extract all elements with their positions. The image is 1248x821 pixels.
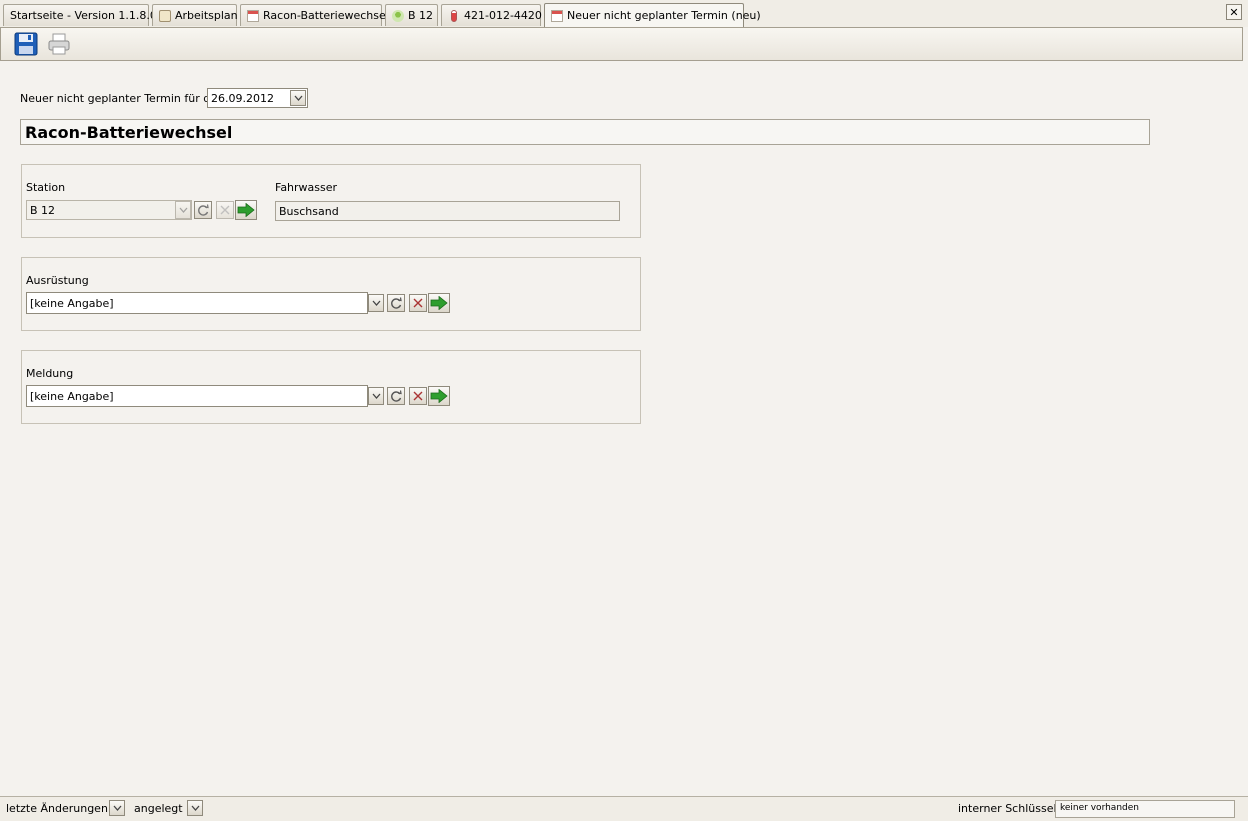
created-dropdown[interactable] — [187, 800, 203, 816]
tab-label: Neuer nicht geplanter Termin (neu) — [567, 9, 761, 22]
meldung-value: [keine Angabe] — [30, 390, 114, 403]
thermometer-icon — [451, 9, 457, 22]
ausruestung-open-button[interactable] — [428, 293, 450, 313]
station-refresh-button[interactable] — [194, 201, 212, 219]
date-label: Neuer nicht geplanter Termin für den — [20, 92, 224, 105]
tab-racon-batteriewechsel[interactable]: Racon-Batteriewechsel — [240, 4, 389, 26]
meldung-refresh-button[interactable] — [387, 387, 405, 405]
ausruestung-refresh-button[interactable] — [387, 294, 405, 312]
station-combo[interactable]: B 12 — [26, 200, 192, 220]
station-group: Station B 12 Fahrwasser Buschsand — [21, 164, 641, 238]
printer-icon — [48, 33, 70, 55]
clear-icon — [413, 298, 423, 308]
chevron-down-icon — [113, 805, 121, 811]
internal-key-field: keiner vorhanden — [1055, 800, 1235, 818]
tab-label: B 12 — [408, 9, 434, 22]
floppy-disk-icon — [14, 32, 38, 56]
refresh-icon — [391, 297, 402, 309]
ausruestung-label: Ausrüstung — [26, 274, 89, 287]
ausruestung-value: [keine Angabe] — [30, 297, 114, 310]
ausruestung-group: Ausrüstung [keine Angabe] — [21, 257, 641, 331]
refresh-icon — [198, 204, 209, 216]
ausruestung-clear-button[interactable] — [409, 294, 427, 312]
form-content: Neuer nicht geplanter Termin für den 26.… — [0, 62, 1243, 795]
tab-label: Startseite - Version 1.1.8.0 — [10, 9, 157, 22]
date-picker[interactable]: 26.09.2012 — [207, 88, 308, 108]
ausruestung-combo[interactable]: [keine Angabe] — [26, 292, 368, 314]
date-value: 26.09.2012 — [211, 92, 274, 105]
meldung-group: Meldung [keine Angabe] — [21, 350, 641, 424]
toolbar — [0, 27, 1243, 61]
fahrwasser-value: Buschsand — [279, 205, 339, 218]
station-value: B 12 — [30, 204, 56, 217]
meldung-open-button[interactable] — [428, 386, 450, 406]
refresh-icon — [391, 390, 402, 402]
clear-icon — [413, 391, 423, 401]
chevron-down-icon — [372, 393, 380, 399]
arrow-right-icon — [237, 203, 255, 217]
close-tab-button[interactable]: ✕ — [1226, 4, 1242, 20]
status-bar: letzte Änderungen angelegt interner Schl… — [0, 796, 1248, 821]
created-label: angelegt — [134, 802, 183, 815]
station-dropdown-button[interactable] — [175, 201, 191, 219]
station-open-button[interactable] — [235, 200, 257, 220]
save-button[interactable] — [14, 32, 40, 58]
ausruestung-dropdown-button[interactable] — [368, 294, 384, 312]
close-icon: ✕ — [1229, 5, 1239, 19]
station-clear-button[interactable] — [216, 201, 234, 219]
chevron-down-icon — [179, 207, 187, 213]
meldung-combo[interactable]: [keine Angabe] — [26, 385, 368, 407]
tab-label: 421-012-4420 — [464, 9, 542, 22]
tab-421-012-4420[interactable]: 421-012-4420 — [441, 4, 542, 26]
page-title: Racon-Batteriewechsel — [20, 119, 1150, 145]
tab-startseite[interactable]: Startseite - Version 1.1.8.0 — [3, 4, 157, 26]
buoy-icon — [392, 9, 404, 22]
station-label: Station — [26, 181, 66, 194]
calendar-icon — [551, 9, 563, 22]
meldung-dropdown-button[interactable] — [368, 387, 384, 405]
fahrwasser-label: Fahrwasser — [275, 181, 338, 194]
print-button[interactable] — [47, 32, 73, 58]
meldung-clear-button[interactable] — [409, 387, 427, 405]
clear-icon — [220, 205, 230, 215]
chevron-down-icon — [372, 300, 380, 306]
arrow-right-icon — [430, 389, 448, 403]
fahrwasser-field: Buschsand — [275, 201, 620, 221]
internal-key-value: keiner vorhanden — [1060, 803, 1139, 813]
last-changes-label: letzte Änderungen — [6, 802, 108, 815]
chevron-down-icon — [191, 805, 199, 811]
internal-key-label: interner Schlüssel — [958, 802, 1057, 815]
tab-label: Arbeitsplan — [175, 9, 238, 22]
chevron-down-icon — [294, 95, 302, 101]
date-dropdown-button[interactable] — [290, 90, 306, 106]
meldung-label: Meldung — [26, 367, 74, 380]
last-changes-dropdown[interactable] — [109, 800, 125, 816]
tab-bar: Startseite - Version 1.1.8.0 Arbeitsplan… — [0, 0, 1248, 27]
arrow-right-icon — [430, 296, 448, 310]
tab-arbeitsplan[interactable]: Arbeitsplan — [152, 4, 238, 26]
calendar-icon — [247, 9, 259, 22]
tab-label: Racon-Batteriewechsel — [263, 9, 389, 22]
tab-neuer-termin[interactable]: Neuer nicht geplanter Termin (neu) — [544, 3, 761, 27]
plan-icon — [159, 9, 171, 22]
tab-b12[interactable]: B 12 — [385, 4, 438, 26]
